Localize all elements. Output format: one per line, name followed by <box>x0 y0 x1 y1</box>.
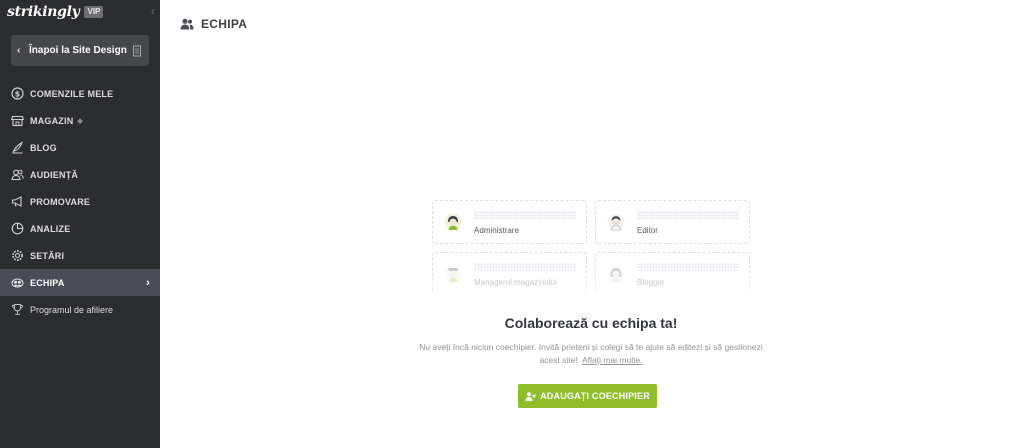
strikingly-logo[interactable]: strikingly <box>7 4 80 20</box>
sidebar-item-settings[interactable]: SETĂRI <box>0 242 160 269</box>
page-title: ECHIPA <box>201 17 248 31</box>
dollar-circle-icon: $ <box>11 87 24 100</box>
sidebar-nav: $ COMENZILE MELE MAGAZIN ◆ BLOG AUDIENȚĂ <box>0 80 160 323</box>
name-placeholder <box>474 263 576 271</box>
role-label: Managerul magazinului <box>474 278 557 287</box>
add-teammate-label: ADAUGAȚI COECHIPIER <box>540 391 650 401</box>
sidebar-item-label: BLOG <box>30 142 57 153</box>
quill-icon <box>11 141 24 154</box>
diamond-icon: ◆ <box>77 117 83 125</box>
sidebar-item-label: PROMOVARE <box>30 196 91 207</box>
sidebar-item-promote[interactable]: PROMOVARE <box>0 188 160 215</box>
pie-chart-icon <box>11 222 24 235</box>
chevron-right-icon: › <box>146 276 150 289</box>
sidebar-item-label: COMENZILE MELE <box>30 88 114 99</box>
role-card-store-manager: Managerul magazinului <box>432 252 587 294</box>
admin-avatar-icon <box>444 213 462 231</box>
empty-state-headline: Colaborează cu echipa ta! <box>504 315 678 331</box>
empty-state-description: Nu aveți încă niciun coechipier. Invită … <box>419 341 763 367</box>
role-card-blogger: Blogger <box>595 252 750 294</box>
name-placeholder <box>637 211 739 219</box>
vip-badge: VIP <box>84 6 104 18</box>
sidebar-item-audience[interactable]: AUDIENȚĂ <box>0 161 160 188</box>
sidebar-item-label: ECHIPA <box>30 277 65 288</box>
people-icon <box>11 168 24 181</box>
back-to-site-design-button[interactable]: ‹ Înapoi la Site Design <box>11 35 149 66</box>
role-label: Blogger <box>637 278 665 287</box>
document-icon <box>133 45 141 56</box>
store-icon <box>11 114 24 127</box>
megaphone-icon <box>11 195 24 208</box>
sidebar-item-label: SETĂRI <box>30 250 65 261</box>
role-label: Editor <box>637 226 658 235</box>
add-teammate-button[interactable]: ADAUGAȚI COECHIPIER <box>518 384 657 408</box>
store-manager-avatar-icon <box>444 265 462 283</box>
sidebar-item-label: MAGAZIN <box>30 115 74 126</box>
sidebar-item-orders[interactable]: $ COMENZILE MELE <box>0 80 160 107</box>
sidebar-item-label: Programul de afiliere <box>30 304 114 315</box>
sidebar: strikingly VIP ‹ ‹ Înapoi la Site Design… <box>0 0 160 448</box>
sidebar-item-affiliate[interactable]: Programul de afiliere <box>0 296 160 323</box>
collapse-sidebar-icon[interactable]: ‹ <box>148 4 158 18</box>
sidebar-item-label: ANALIZE <box>30 223 71 234</box>
sidebar-item-store[interactable]: MAGAZIN ◆ <box>0 107 160 134</box>
sidebar-item-analytics[interactable]: ANALIZE <box>0 215 160 242</box>
sidebar-item-label: AUDIENȚĂ <box>30 169 79 180</box>
team-icon <box>180 18 194 30</box>
editor-avatar-icon <box>607 213 625 231</box>
role-label: Administrare <box>474 226 519 235</box>
role-card-editor: Editor <box>595 200 750 244</box>
name-placeholder <box>474 211 576 219</box>
learn-more-link[interactable]: Aflați mai multe. <box>582 355 642 365</box>
role-card-admin: Administrare <box>432 200 587 244</box>
gear-icon <box>11 249 24 262</box>
brand[interactable]: strikingly VIP <box>7 4 104 20</box>
page-header: ECHIPA <box>180 17 247 31</box>
svg-text:$: $ <box>15 89 21 98</box>
name-placeholder <box>637 263 739 271</box>
blogger-avatar-icon <box>607 265 625 283</box>
back-button-label: Înapoi la Site Design <box>29 45 127 56</box>
sidebar-item-team[interactable]: ECHIPA › <box>0 269 160 296</box>
team-roles-illustration: Administrare Editor Managerul magazinulu… <box>432 200 750 296</box>
sidebar-item-blog[interactable]: BLOG <box>0 134 160 161</box>
trophy-icon <box>11 303 24 316</box>
chevron-left-icon: ‹ <box>17 45 21 56</box>
team-globe-icon <box>11 276 24 289</box>
add-user-icon <box>525 391 537 401</box>
